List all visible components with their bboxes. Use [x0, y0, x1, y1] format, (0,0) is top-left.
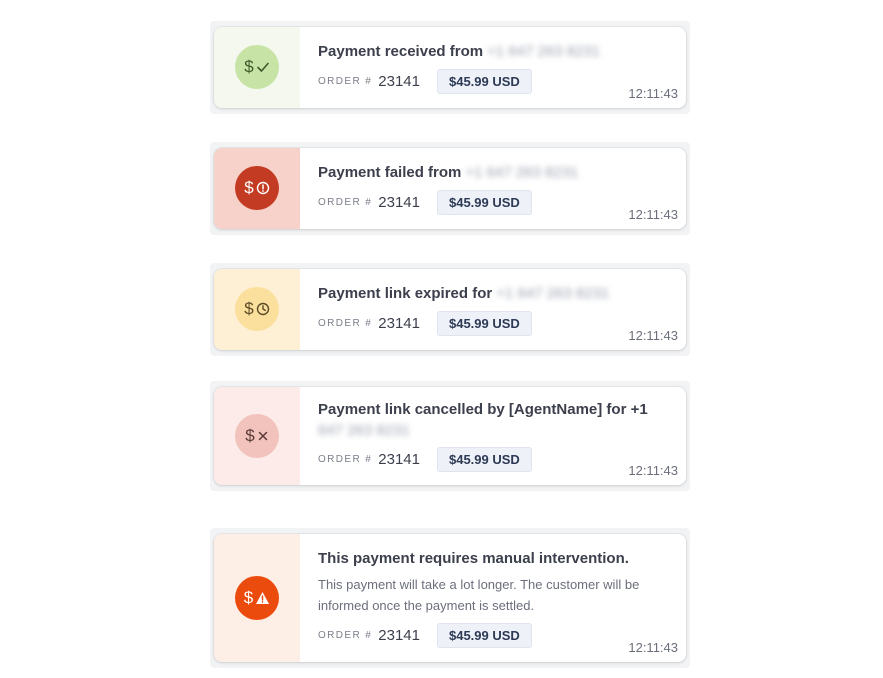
- timestamp: 12:11:43: [628, 463, 678, 478]
- order-number: 23141: [378, 315, 420, 332]
- phone-number: +1 647 263 8231: [487, 43, 601, 60]
- notification-title: Payment link cancelled by [AgentName] fo…: [318, 401, 648, 418]
- dollar-warning-icon: $: [235, 576, 279, 620]
- order-number: 23141: [378, 627, 420, 644]
- notification-status-panel: $: [214, 534, 300, 662]
- notification-link-cancelled: $ Payment link cancelled by [AgentName] …: [210, 381, 690, 491]
- order-label: ORDER #: [318, 76, 373, 87]
- timestamp: 12:11:43: [628, 207, 678, 222]
- notification-description: This payment will take a lot longer. The…: [318, 577, 640, 613]
- dollar-alert-circle-icon: $: [235, 166, 279, 210]
- order-row: ORDER # 23141 $45.99 USD: [318, 623, 532, 648]
- order-label: ORDER #: [318, 197, 373, 208]
- timestamp: 12:11:43: [628, 328, 678, 343]
- notification-card[interactable]: $ Payment failed from +1 647 263 8231 ORD…: [214, 148, 686, 229]
- notification-card[interactable]: $ Payment received from +1 647 263 8231 O…: [214, 27, 686, 108]
- amount-badge: $45.99 USD: [436, 311, 532, 336]
- order-row: ORDER # 23141 $45.99 USD: [318, 190, 532, 215]
- order-row: ORDER # 23141 $45.99 USD: [318, 69, 532, 94]
- dollar-clock-icon: $: [235, 287, 279, 331]
- dollar-check-icon: $: [235, 45, 279, 89]
- notification-title-continued: 647 263 8231: [318, 422, 410, 439]
- amount-badge: $45.99 USD: [436, 623, 532, 648]
- notification-status-panel: $: [214, 27, 300, 108]
- order-row: ORDER # 23141 $45.99 USD: [318, 311, 532, 336]
- notification-card[interactable]: $ Payment link cancelled by [AgentName] …: [214, 387, 686, 485]
- timestamp: 12:11:43: [628, 640, 678, 655]
- order-number: 23141: [378, 451, 420, 468]
- notification-status-panel: $: [214, 148, 300, 229]
- phone-number: +1 647 263 8231: [496, 285, 610, 302]
- order-label: ORDER #: [318, 318, 373, 329]
- amount-badge: $45.99 USD: [436, 69, 532, 94]
- order-row: ORDER # 23141 $45.99 USD: [318, 447, 532, 472]
- notification-status-panel: $: [214, 387, 300, 485]
- order-label: ORDER #: [318, 630, 373, 641]
- notification-title: Payment link expired for +1 647 263 8231: [318, 285, 610, 302]
- notification-card[interactable]: $ This payment requires manual intervent…: [214, 534, 686, 662]
- notification-manual-intervention: $ This payment requires manual intervent…: [210, 528, 690, 668]
- order-label: ORDER #: [318, 454, 373, 465]
- order-number: 23141: [378, 73, 420, 90]
- phone-number: +1 647 263 8231: [465, 164, 579, 181]
- notification-title: This payment requires manual interventio…: [318, 550, 629, 567]
- notification-link-expired: $ Payment link expired for +1 647 263 823…: [210, 263, 690, 356]
- order-number: 23141: [378, 194, 420, 211]
- phone-number: 647 263 8231: [318, 422, 410, 439]
- amount-badge: $45.99 USD: [436, 190, 532, 215]
- timestamp: 12:11:43: [628, 86, 678, 101]
- notification-payment-failed: $ Payment failed from +1 647 263 8231 ORD…: [210, 142, 690, 235]
- amount-badge: $45.99 USD: [436, 447, 532, 472]
- notification-card[interactable]: $ Payment link expired for +1 647 263 823…: [214, 269, 686, 350]
- notification-payment-received: $ Payment received from +1 647 263 8231 O…: [210, 21, 690, 114]
- notification-title: Payment received from +1 647 263 8231: [318, 43, 601, 60]
- notification-status-panel: $: [214, 269, 300, 350]
- notification-title: Payment failed from +1 647 263 8231: [318, 164, 579, 181]
- dollar-x-icon: $: [235, 414, 279, 458]
